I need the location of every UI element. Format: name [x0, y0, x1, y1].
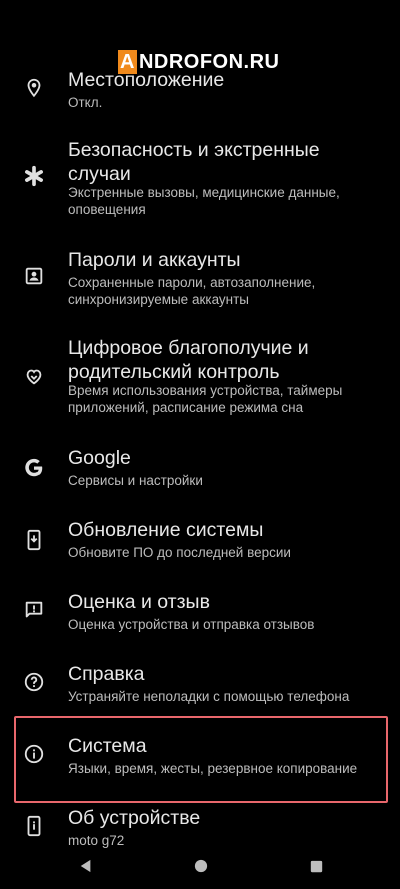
watermark-text: NDROFON.RU	[136, 50, 282, 74]
settings-item-title: Google	[68, 447, 131, 469]
settings-item-title: Об устройстве	[68, 807, 201, 829]
back-icon[interactable]	[78, 858, 94, 874]
settings-item-system[interactable]: Система Языки, время, жесты, резервное к…	[0, 732, 400, 784]
androfon-watermark: A NDROFON.RU	[118, 50, 282, 74]
location-pin-icon	[22, 76, 46, 100]
settings-item-google[interactable]: Google Сервисы и настройки	[0, 444, 400, 496]
info-icon	[22, 742, 46, 766]
settings-item-title: Пароли и аккаунты	[68, 249, 241, 271]
settings-item-feedback[interactable]: Оценка и отзыв Оценка устройства и отпра…	[0, 588, 400, 640]
help-icon	[22, 670, 46, 694]
settings-item-title: Безопасность и экстренные случаи	[68, 139, 320, 185]
settings-item-subtitle: Сохраненные пароли, автозаполнение, синх…	[68, 275, 316, 307]
settings-item-title: Оценка и отзыв	[68, 591, 210, 613]
settings-item-system-update[interactable]: Обновление системы Обновите ПО до послед…	[0, 516, 400, 568]
settings-item-subtitle: Обновите ПО до последней версии	[68, 545, 291, 560]
settings-item-title: Система	[68, 735, 147, 757]
settings-item-subtitle: Устраняйте неполадки с помощью телефона	[68, 689, 350, 704]
settings-item-subtitle: Откл.	[68, 95, 103, 110]
settings-item-subtitle: Время использования устройства, таймеры …	[68, 383, 343, 415]
settings-item-subtitle: Оценка устройства и отправка отзывов	[68, 617, 315, 632]
settings-item-subtitle: Сервисы и настройки	[68, 473, 203, 488]
settings-item-about[interactable]: Об устройстве moto g72	[0, 804, 400, 848]
phone-info-icon	[22, 814, 46, 838]
settings-item-title: Цифровое благополучие и родительский кон…	[68, 337, 309, 383]
settings-item-subtitle: Экстренные вызовы, медицинские данные, о…	[68, 185, 340, 217]
wellbeing-icon	[22, 364, 46, 388]
settings-item-subtitle: Языки, время, жесты, резервное копирован…	[68, 761, 358, 776]
navigation-bar	[0, 844, 400, 889]
recents-icon[interactable]	[308, 858, 324, 874]
settings-item-title: Справка	[68, 663, 145, 685]
account-box-icon	[22, 264, 46, 288]
settings-item-passwords[interactable]: Пароли и аккаунты Сохраненные пароли, ав…	[0, 244, 400, 312]
google-icon	[22, 456, 46, 480]
watermark-first-letter: A	[118, 50, 137, 74]
settings-item-help[interactable]: Справка Устраняйте неполадки с помощью т…	[0, 660, 400, 712]
settings-item-safety[interactable]: Безопасность и экстренные случаи Экстрен…	[0, 132, 400, 224]
settings-item-title: Обновление системы	[68, 519, 264, 541]
home-icon[interactable]	[193, 858, 209, 874]
system-update-icon	[22, 528, 46, 552]
feedback-icon	[22, 598, 46, 622]
settings-item-digital-wellbeing[interactable]: Цифровое благополучие и родительский кон…	[0, 334, 400, 426]
asterisk-icon	[22, 164, 46, 188]
